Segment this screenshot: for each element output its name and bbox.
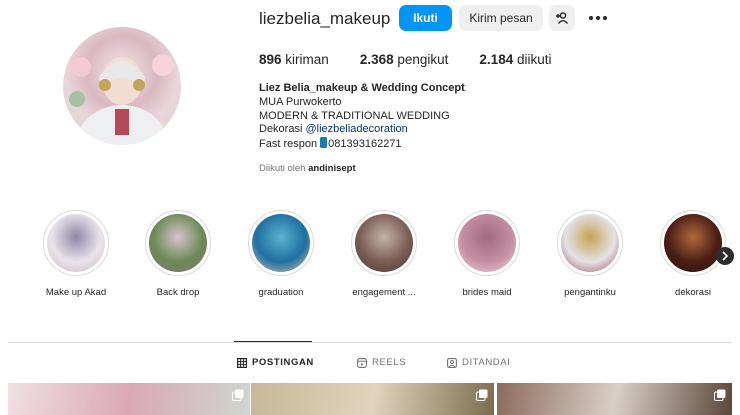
active-tab-indicator	[234, 341, 312, 342]
more-options-button[interactable]	[588, 8, 608, 28]
highlight-ring	[248, 210, 314, 276]
tab-reels-label: REELS	[372, 357, 407, 368]
highlight-cover	[355, 214, 413, 272]
highlight-label: Back drop	[156, 287, 200, 298]
highlight-ring	[660, 210, 726, 276]
tab-tagged-label: DITANDAI	[462, 357, 511, 368]
followed-by-prefix: Diikuti oleh	[259, 163, 309, 174]
bio-phone-number: 081393162271	[328, 138, 402, 151]
highlight-cover	[458, 214, 516, 272]
suggest-user-button[interactable]	[549, 5, 575, 31]
tab-reels[interactable]: REELS	[357, 357, 406, 368]
highlight-label: graduation	[258, 287, 304, 298]
bio-fast-prefix: Fast respon	[259, 138, 321, 151]
post-thumbnail[interactable]	[251, 383, 494, 415]
highlight-item[interactable]: graduation	[248, 210, 314, 298]
profile-username: liezbelia_makeup	[259, 9, 391, 28]
tab-posts-label: POSTINGAN	[252, 357, 314, 368]
highlight-ring	[145, 210, 211, 276]
carousel-icon	[714, 389, 726, 401]
bio-fast-response-line: Fast respon 081393162271	[259, 137, 465, 152]
decoration-account-link[interactable]: @liezbeliadecoration	[305, 123, 407, 135]
highlight-item[interactable]: brides maid	[454, 210, 520, 298]
more-dots-icon	[589, 16, 607, 20]
highlights-next-button[interactable]	[716, 247, 734, 265]
posts-label: kiriman	[285, 52, 329, 67]
following-stat[interactable]: 2.184 diikuti	[479, 52, 551, 67]
reels-icon	[357, 357, 367, 368]
bio-decor-line: Dekorasi @liezbeliadecoration	[259, 123, 465, 137]
carousel-icon	[232, 389, 244, 401]
profile-stats: 896 kiriman 2.368 pengikut 2.184 diikuti	[259, 52, 583, 67]
highlight-cover	[664, 214, 722, 272]
bio-name: Liez Belia_makeup & Wedding Concept	[259, 82, 465, 94]
highlight-label: pengantinku	[564, 287, 616, 298]
followers-stat[interactable]: 2.368 pengikut	[360, 52, 449, 67]
tabs-divider	[8, 342, 732, 343]
highlight-cover	[149, 214, 207, 272]
mobile-phone-icon	[320, 137, 328, 149]
carousel-icon	[476, 389, 488, 401]
tab-posts[interactable]: POSTINGAN	[237, 357, 314, 368]
highlight-ring	[43, 210, 109, 276]
posts-stat: 896 kiriman	[259, 52, 329, 67]
bio-decor-prefix: Dekorasi	[259, 123, 306, 136]
highlight-ring	[454, 210, 520, 276]
send-message-button[interactable]: Kirim pesan	[459, 5, 543, 31]
followers-count: 2.368	[359, 52, 394, 67]
highlight-item[interactable]: dekorasi	[660, 210, 726, 298]
chevron-right-icon	[722, 251, 729, 261]
tagged-icon	[447, 357, 457, 368]
following-label: diikuti	[516, 52, 552, 67]
highlight-ring	[351, 210, 417, 276]
avatar-photo	[69, 54, 174, 145]
post-thumbnail[interactable]	[8, 383, 250, 415]
highlight-cover	[561, 214, 619, 272]
highlight-label: dekorasi	[675, 287, 711, 298]
following-count: 2.184	[479, 52, 514, 67]
tab-tagged[interactable]: DITANDAI	[447, 357, 510, 368]
followed-by[interactable]: Diikuti oleh andinisept	[259, 163, 356, 174]
post-thumbnail[interactable]	[497, 383, 732, 415]
highlight-item[interactable]: Back drop	[145, 210, 211, 298]
profile-avatar[interactable]	[63, 27, 181, 145]
profile-bio: Liez Belia_makeup & Wedding Concept MUA …	[259, 82, 465, 152]
add-person-icon	[556, 12, 569, 24]
follow-button[interactable]: Ikuti	[399, 5, 452, 31]
highlight-cover	[47, 214, 105, 272]
followers-label: pengikut	[397, 52, 449, 67]
posts-count: 896	[259, 52, 282, 67]
bio-line-1: MUA Purwokerto	[259, 95, 342, 108]
highlight-item[interactable]: engagement ...	[351, 210, 417, 298]
bio-line-2: MODERN & TRADITIONAL WEDDING	[259, 109, 450, 122]
highlight-label: engagement ...	[352, 287, 416, 298]
followed-by-user: andinisept	[308, 163, 356, 174]
highlight-ring	[557, 210, 623, 276]
highlight-cover	[252, 214, 310, 272]
highlight-item[interactable]: pengantinku	[557, 210, 623, 298]
grid-icon	[237, 357, 247, 368]
highlight-item[interactable]: Make up Akad	[43, 210, 109, 298]
highlight-label: brides maid	[462, 287, 512, 298]
highlight-label: Make up Akad	[45, 287, 107, 298]
